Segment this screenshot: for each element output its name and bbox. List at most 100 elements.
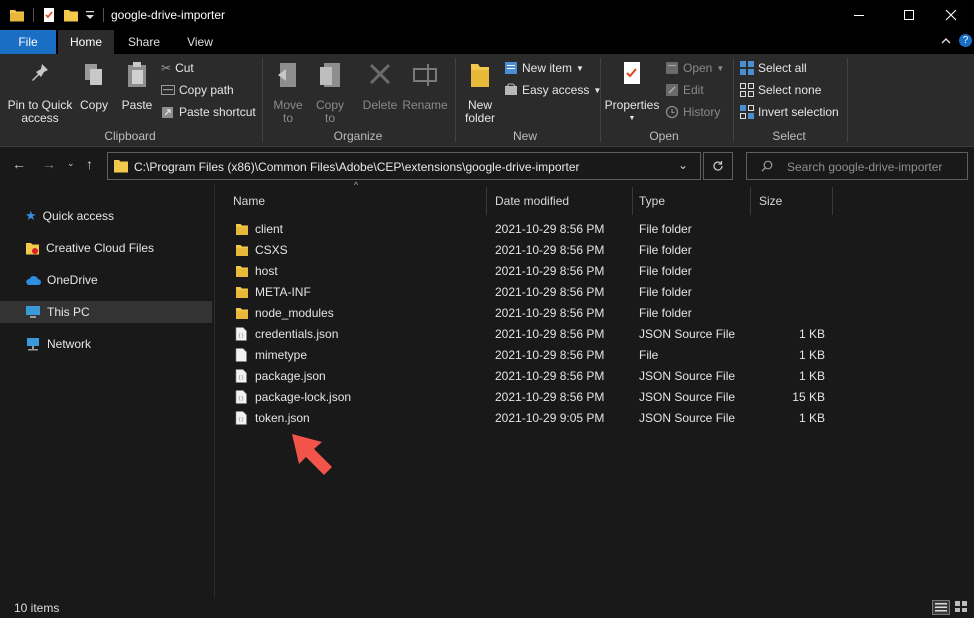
- select-all-button[interactable]: Select all: [740, 58, 807, 78]
- edit-icon: [666, 84, 678, 96]
- tab-home[interactable]: Home: [58, 30, 114, 54]
- paste-button[interactable]: Paste: [118, 58, 156, 112]
- address-bar[interactable]: C:\Program Files (x86)\Common Files\Adob…: [107, 152, 701, 180]
- column-header-name[interactable]: Name: [225, 187, 487, 215]
- file-type: JSON Source File: [639, 369, 736, 383]
- easy-access-label: Easy access: [522, 83, 590, 97]
- file-name: host: [255, 264, 278, 278]
- file-size: 1 KB: [798, 327, 825, 341]
- json-file-icon: {}: [235, 327, 247, 343]
- address-path: C:\Program Files (x86)\Common Files\Adob…: [134, 160, 580, 174]
- table-row[interactable]: META-INF 2021-10-29 8:56 PM File folder: [229, 282, 829, 303]
- tab-view[interactable]: View: [174, 30, 226, 54]
- delete-button[interactable]: Delete: [360, 58, 400, 112]
- copy-button[interactable]: Copy: [76, 58, 112, 112]
- paste-shortcut-button[interactable]: Paste shortcut: [161, 102, 256, 122]
- nav-item-onedrive[interactable]: OneDrive: [0, 269, 212, 291]
- maximize-icon: [904, 10, 914, 20]
- file-size: [759, 303, 825, 324]
- nav-item-label: OneDrive: [47, 273, 98, 287]
- help-icon[interactable]: ?: [959, 34, 972, 47]
- nav-item-label: Creative Cloud Files: [46, 241, 155, 255]
- open-label: Open: [683, 61, 713, 75]
- table-row[interactable]: CSXS 2021-10-29 8:56 PM File folder: [229, 240, 829, 261]
- open-icon: [666, 62, 678, 74]
- file-icon: [235, 348, 247, 364]
- file-date-modified: 2021-10-29 8:56 PM: [495, 222, 605, 236]
- file-name: META-INF: [255, 285, 311, 299]
- up-arrow-icon[interactable]: ↑: [86, 156, 93, 172]
- move-to-button[interactable]: Move to: [268, 58, 308, 125]
- collapse-ribbon-icon[interactable]: [940, 35, 952, 50]
- nav-item-network[interactable]: Network: [0, 333, 212, 355]
- nav-item-this-pc[interactable]: This PC: [0, 301, 212, 323]
- new-item-button[interactable]: New item ▼: [504, 58, 584, 78]
- file-size: 1 KB: [798, 411, 825, 425]
- table-row[interactable]: client 2021-10-29 8:56 PM File folder: [229, 219, 829, 240]
- paste-label: Paste: [121, 98, 153, 112]
- paste-shortcut-icon: [162, 107, 173, 118]
- table-row[interactable]: mimetype 2021-10-29 8:56 PM File 1 KB: [229, 345, 829, 366]
- search-box[interactable]: Search google-drive-importer: [746, 152, 968, 180]
- copy-path-button[interactable]: Copy path: [161, 80, 234, 100]
- table-row[interactable]: {} package.json 2021-10-29 8:56 PM JSON Sou…: [229, 366, 829, 387]
- nav-item-creative-cloud[interactable]: Creative Cloud Files: [0, 237, 212, 259]
- close-button[interactable]: [928, 0, 974, 30]
- minimize-button[interactable]: [836, 0, 882, 30]
- customize-quick-access-icon[interactable]: [85, 8, 95, 25]
- maximize-button[interactable]: [886, 0, 932, 30]
- table-row[interactable]: {} credentials.json 2021-10-29 8:56 PM JSON…: [229, 324, 829, 345]
- invert-selection-label: Invert selection: [758, 105, 839, 119]
- new-folder-quick-icon[interactable]: [63, 7, 79, 26]
- new-folder-icon: [471, 64, 489, 87]
- copy-to-button[interactable]: Copy to: [310, 58, 350, 125]
- invert-selection-button[interactable]: Invert selection: [740, 102, 839, 122]
- search-input[interactable]: Search google-drive-importer: [787, 160, 942, 174]
- svg-text:{}: {}: [238, 417, 244, 423]
- easy-access-button[interactable]: Easy access ▼: [504, 80, 601, 100]
- edit-label: Edit: [683, 83, 704, 97]
- table-row[interactable]: {} package-lock.json 2021-10-29 8:56 PM JSO…: [229, 387, 829, 408]
- edit-button[interactable]: Edit: [665, 80, 704, 100]
- file-name: token.json: [255, 411, 310, 425]
- properties-quick-icon[interactable]: [41, 7, 57, 26]
- properties-button[interactable]: Properties ▼: [604, 58, 660, 125]
- copy-to-icon: [320, 63, 340, 87]
- file-type: File folder: [639, 285, 692, 299]
- column-header-type[interactable]: Type: [631, 187, 751, 215]
- file-name: credentials.json: [255, 327, 339, 341]
- table-row[interactable]: host 2021-10-29 8:56 PM File folder: [229, 261, 829, 282]
- folder-icon: [235, 222, 249, 238]
- nav-item-quick-access[interactable]: ★ Quick access: [0, 205, 212, 227]
- close-icon: [945, 9, 957, 21]
- tab-share[interactable]: Share: [118, 30, 170, 54]
- forward-arrow-icon[interactable]: →: [42, 156, 56, 172]
- cut-button[interactable]: ✂ Cut: [161, 58, 194, 78]
- history-button[interactable]: History: [665, 102, 720, 122]
- select-none-button[interactable]: Select none: [740, 80, 821, 100]
- file-date-modified: 2021-10-29 8:56 PM: [495, 348, 605, 362]
- pin-to-quick-access-button[interactable]: Pin to Quick access: [6, 58, 74, 125]
- new-folder-button[interactable]: New folder: [460, 58, 500, 125]
- folder-icon: [113, 159, 129, 176]
- rename-button[interactable]: Rename: [402, 58, 448, 112]
- column-header-date[interactable]: Date modified: [487, 187, 633, 215]
- refresh-icon: [713, 161, 723, 171]
- network-icon: [27, 338, 39, 351]
- tab-file[interactable]: File: [0, 30, 56, 54]
- table-row[interactable]: {} token.json 2021-10-29 9:05 PM JSON Sourc…: [229, 408, 829, 429]
- large-icons-view-button[interactable]: [953, 600, 971, 615]
- column-header-size[interactable]: Size: [751, 187, 833, 215]
- file-size: [759, 261, 825, 282]
- recent-locations-icon[interactable]: ⌄: [67, 158, 75, 169]
- table-row[interactable]: node_modules 2021-10-29 8:56 PM File folde…: [229, 303, 829, 324]
- open-button[interactable]: Open ▼: [665, 58, 724, 78]
- cloud-icon: [26, 275, 41, 285]
- new-item-label: New item: [522, 61, 573, 75]
- refresh-button[interactable]: [703, 152, 733, 180]
- file-name: package.json: [255, 369, 326, 383]
- item-count: 10 items: [14, 601, 60, 615]
- address-history-chevron-icon[interactable]: ⌄: [678, 158, 688, 172]
- back-arrow-icon[interactable]: ←: [12, 156, 26, 172]
- details-view-button[interactable]: [932, 600, 950, 615]
